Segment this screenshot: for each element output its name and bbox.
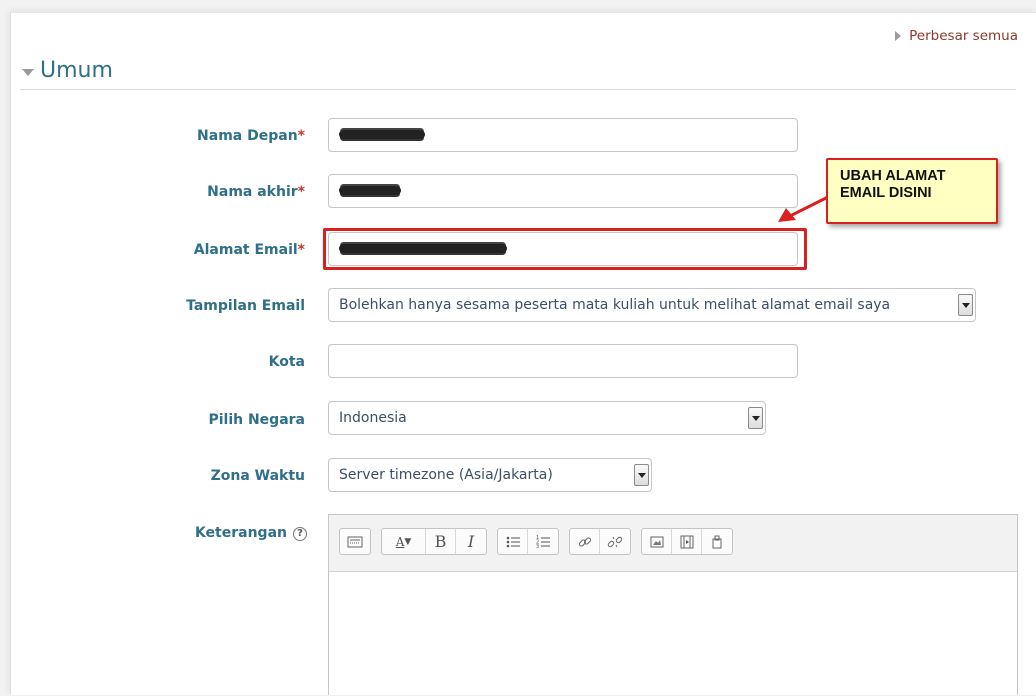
email-display-label: Tampilan Email	[186, 298, 305, 314]
ordered-list-icon[interactable]: 123	[528, 529, 558, 554]
description-label: Keterangan?	[195, 525, 307, 541]
collapse-caret-icon	[22, 69, 34, 76]
toolbar-group-2: A ▼ B I	[381, 528, 487, 555]
section-title: Umum	[40, 58, 113, 83]
expand-triangle-icon	[895, 31, 902, 41]
required-mark: *	[297, 242, 305, 258]
annotation-arrow	[778, 195, 829, 222]
last-name-label: Nama akhir*	[207, 184, 305, 200]
country-label: Pilih Negara	[208, 412, 305, 428]
redacted-text-mark	[339, 130, 425, 139]
editor-content-area[interactable]	[329, 572, 1017, 696]
required-mark: *	[297, 128, 305, 144]
email-highlight-box	[323, 228, 807, 270]
toolbar-toggle-icon[interactable]	[340, 529, 370, 554]
toolbar-group-3: 123	[497, 528, 559, 555]
first-name-label: Nama Depan*	[197, 128, 305, 144]
bold-icon[interactable]: B	[426, 529, 456, 554]
description-editor[interactable]: A ▼ B I 123	[328, 514, 1018, 695]
city-label: Kota	[268, 354, 305, 370]
dropdown-arrow-icon	[748, 407, 763, 429]
city-input[interactable]	[328, 344, 798, 378]
country-value: Indonesia	[339, 410, 407, 426]
dropdown-arrow-icon	[958, 294, 973, 316]
section-header-umum[interactable]: Umum	[20, 52, 1016, 90]
redacted-text-mark	[339, 186, 401, 195]
toolbar-group-5	[641, 528, 733, 555]
timezone-select[interactable]: Server timezone (Asia/Jakarta)	[328, 458, 652, 492]
editor-toolbar: A ▼ B I 123	[329, 515, 1017, 572]
link-icon[interactable]	[570, 529, 600, 554]
expand-all-label: Perbesar semua	[909, 28, 1018, 44]
toolbar-group-4	[569, 528, 631, 555]
font-style-icon[interactable]: A ▼	[382, 529, 426, 554]
manage-files-icon[interactable]	[702, 529, 732, 554]
required-mark: *	[297, 184, 305, 200]
last-name-input[interactable]	[328, 174, 798, 208]
help-icon[interactable]: ?	[293, 527, 307, 541]
media-icon[interactable]	[672, 529, 702, 554]
expand-all-link[interactable]: Perbesar semua	[895, 28, 1018, 44]
timezone-value: Server timezone (Asia/Jakarta)	[339, 467, 553, 483]
italic-icon[interactable]: I	[456, 529, 486, 554]
email-display-value: Bolehkan hanya sesama peserta mata kulia…	[339, 297, 891, 313]
svg-text:3: 3	[536, 544, 539, 550]
annotation-callout: UBAH ALAMAT EMAIL DISINI	[826, 158, 998, 224]
toolbar-group-1	[339, 528, 371, 555]
image-icon[interactable]	[642, 529, 672, 554]
email-display-select[interactable]: Bolehkan hanya sesama peserta mata kulia…	[328, 288, 976, 322]
dropdown-arrow-icon	[634, 464, 649, 486]
country-select[interactable]: Indonesia	[328, 401, 766, 435]
email-label: Alamat Email*	[193, 242, 305, 258]
timezone-label: Zona Waktu	[210, 468, 305, 484]
unlink-icon[interactable]	[600, 529, 630, 554]
first-name-input[interactable]	[328, 118, 798, 152]
unordered-list-icon[interactable]	[498, 529, 528, 554]
